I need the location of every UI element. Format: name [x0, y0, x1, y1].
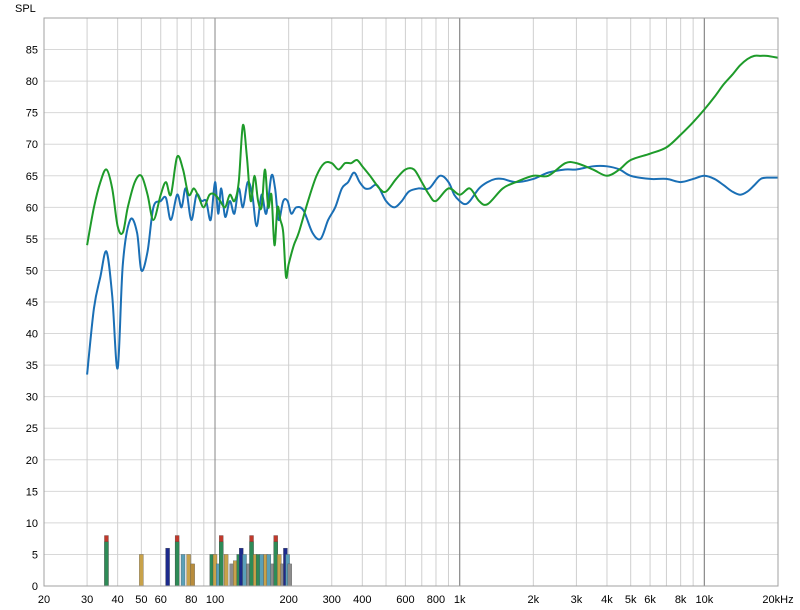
bar-marker: [266, 554, 272, 587]
bar-marker: [190, 563, 195, 587]
spl-chart: SPL 20 30 40 50 60 80 100 200 300 400 600 800 1k 2k 3k…: [15, 3, 794, 606]
y-tick-label: 15: [26, 486, 38, 498]
x-tick-label: 5k: [625, 594, 637, 606]
y-tick-label: 5: [32, 549, 38, 561]
x-tick-label: 300: [323, 594, 341, 606]
bar-marker: [229, 563, 234, 587]
bar-marker: [259, 554, 264, 587]
x-tick-label: 30: [81, 594, 93, 606]
bar-marker: [174, 541, 180, 587]
x-tick-label: 40: [112, 594, 124, 606]
x-tick-labels: 20 30 40 50 60 80 100 200 300 400 600 800 1k 2k 3k 4k 5k…: [38, 594, 794, 606]
x-tick-label: 1k: [454, 594, 466, 606]
y-tick-label: 25: [26, 423, 38, 435]
x-tick-label: 80: [185, 594, 197, 606]
y-tick-label: 65: [26, 171, 38, 183]
bar-marker: [104, 541, 109, 587]
y-tick-label: 55: [26, 234, 38, 246]
bar-marker: [165, 547, 170, 587]
x-tick-label: 20kHz: [762, 594, 793, 606]
bar-marker: [186, 554, 191, 587]
y-axis-label: SPL: [15, 3, 36, 15]
y-tick-label: 80: [26, 76, 38, 88]
x-tick-label: 6k: [644, 594, 656, 606]
series-line-2: [86, 54, 779, 279]
bar-marker: [180, 554, 186, 587]
y-tick-label: 60: [26, 202, 38, 214]
x-tick-label: 800: [427, 594, 445, 606]
y-tick-label: 50: [26, 265, 38, 277]
y-tick-label: 70: [26, 139, 38, 151]
y-tick-label: 10: [26, 518, 38, 530]
x-tick-label: 10k: [695, 594, 713, 606]
y-tick-label: 0: [32, 581, 38, 593]
bar-marker: [139, 554, 144, 587]
x-tick-label: 100: [206, 594, 224, 606]
x-tick-label: 600: [396, 594, 414, 606]
x-tick-label: 3k: [571, 594, 583, 606]
x-tick-label: 60: [155, 594, 167, 606]
y-tick-label: 75: [26, 108, 38, 120]
bar-marker: [223, 554, 229, 587]
y-tick-label: 30: [26, 392, 38, 404]
x-tick-label: 2k: [528, 594, 540, 606]
y-tick-label: 35: [26, 360, 38, 372]
bar-marker: [219, 541, 224, 587]
x-tick-label: 20: [38, 594, 50, 606]
bar-markers: [104, 535, 292, 587]
x-tick-label: 50: [135, 594, 147, 606]
x-tick-label: 8k: [675, 594, 687, 606]
series-lines: [86, 54, 779, 375]
y-tick-label: 85: [26, 45, 38, 57]
y-tick-labels: 0 5 10 15 20 25 30 35 40 45 50 55 60 65 70 75 80 85: [26, 45, 38, 593]
y-tick-label: 40: [26, 329, 38, 341]
bar-marker: [249, 541, 254, 587]
x-tick-label: 400: [353, 594, 371, 606]
y-tick-label: 20: [26, 455, 38, 467]
bar-marker: [242, 554, 247, 587]
x-tick-label: 200: [279, 594, 297, 606]
x-tick-label: 4k: [601, 594, 613, 606]
y-tick-label: 45: [26, 297, 38, 309]
grid-lines: [44, 18, 778, 587]
bar-marker: [287, 563, 292, 587]
